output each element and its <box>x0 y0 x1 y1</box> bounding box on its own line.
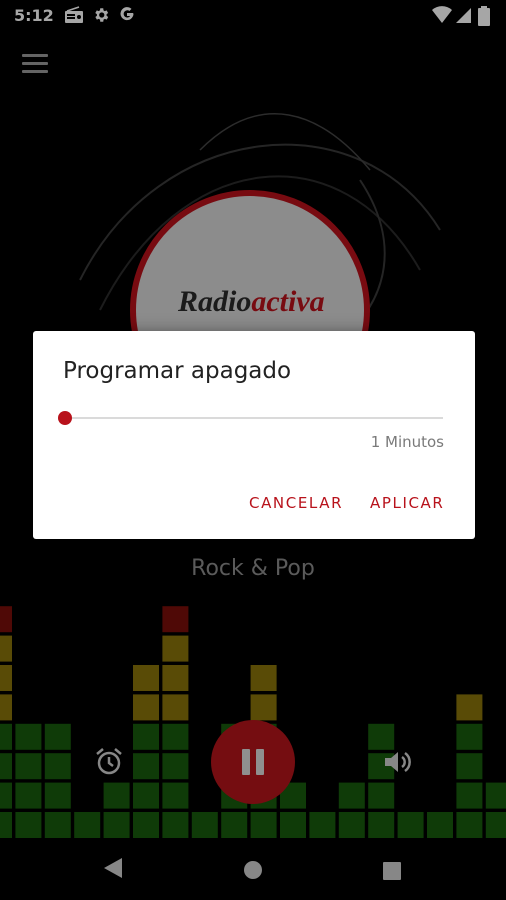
slider-track <box>63 417 443 419</box>
eq-block <box>368 782 395 809</box>
eq-block <box>221 812 248 838</box>
eq-block <box>74 812 101 838</box>
eq-block <box>15 782 42 809</box>
system-navigation-bar <box>0 838 506 900</box>
eq-block <box>162 723 189 750</box>
eq-block <box>368 812 395 838</box>
eq-block <box>103 812 130 838</box>
pause-icon <box>242 749 250 775</box>
eq-block <box>0 665 12 691</box>
eq-block <box>133 694 159 721</box>
eq-block <box>0 635 12 662</box>
pause-button[interactable] <box>211 720 295 804</box>
eq-block <box>0 606 12 633</box>
eq-block <box>485 812 506 838</box>
slider-value-label: 1 Minutos <box>370 433 444 451</box>
eq-block <box>15 723 42 750</box>
eq-block <box>250 694 277 721</box>
eq-block <box>0 753 12 780</box>
eq-block <box>15 812 42 838</box>
eq-block <box>133 812 159 838</box>
alarm-icon[interactable] <box>93 746 125 783</box>
sleep-timer-slider[interactable] <box>58 409 443 429</box>
eq-block <box>0 782 12 809</box>
cancel-button[interactable]: CANCELAR <box>249 494 343 512</box>
eq-block <box>103 782 130 809</box>
eq-block <box>338 812 365 838</box>
eq-block <box>280 812 306 838</box>
volume-icon[interactable] <box>381 746 413 783</box>
eq-block <box>456 723 483 750</box>
eq-block <box>250 812 277 838</box>
back-icon[interactable] <box>102 856 124 885</box>
eq-block <box>485 782 506 809</box>
eq-block <box>162 635 189 662</box>
eq-block <box>191 812 218 838</box>
eq-block <box>133 782 159 809</box>
eq-block <box>133 723 159 750</box>
apply-button[interactable]: APLICAR <box>370 494 444 512</box>
eq-block <box>250 665 277 691</box>
home-icon[interactable] <box>244 861 262 884</box>
eq-block <box>133 753 159 780</box>
eq-block <box>309 812 336 838</box>
eq-block <box>162 694 189 721</box>
eq-block <box>397 812 424 838</box>
eq-block <box>44 723 71 750</box>
eq-block <box>162 812 189 838</box>
eq-block <box>44 812 71 838</box>
dialog-title: Programar apagado <box>63 358 292 384</box>
eq-block <box>15 753 42 780</box>
slider-thumb[interactable] <box>58 411 72 425</box>
eq-block <box>456 694 483 721</box>
eq-block <box>44 753 71 780</box>
eq-block <box>456 782 483 809</box>
eq-block <box>0 723 12 750</box>
eq-block <box>338 782 365 809</box>
eq-block <box>456 812 483 838</box>
recents-icon[interactable] <box>383 862 401 885</box>
eq-block <box>0 694 12 721</box>
eq-block <box>162 665 189 691</box>
eq-block <box>133 665 159 691</box>
eq-block <box>162 753 189 780</box>
eq-block <box>162 782 189 809</box>
eq-block <box>427 812 453 838</box>
eq-block <box>162 606 189 633</box>
eq-block <box>456 753 483 780</box>
sleep-timer-dialog: Programar apagado 1 Minutos CANCELAR APL… <box>33 331 475 539</box>
eq-block <box>0 812 12 838</box>
eq-block <box>44 782 71 809</box>
